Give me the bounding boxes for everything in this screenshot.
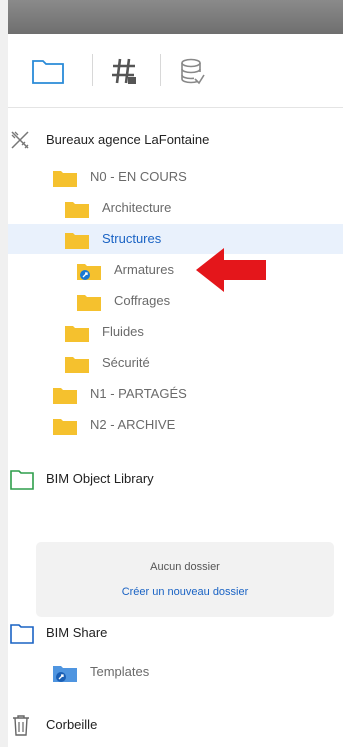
- folder-label: N1 - PARTAGÉS: [90, 386, 187, 401]
- folder-row[interactable]: Templates: [8, 657, 343, 687]
- folder-icon: [77, 295, 101, 311]
- trash-row[interactable]: Corbeille: [8, 710, 343, 740]
- folder-label: Coffrages: [114, 293, 171, 308]
- database-view-button[interactable]: [174, 54, 210, 88]
- folder-label: Armatures: [114, 262, 174, 277]
- share-title: BIM Share: [46, 625, 108, 640]
- folder-icon: [65, 326, 89, 342]
- top-bar: [0, 0, 343, 34]
- library-title: BIM Object Library: [46, 471, 154, 486]
- share-folder-icon: [10, 624, 34, 644]
- hash-icon: [112, 58, 136, 84]
- toolbar-divider: [160, 54, 161, 86]
- folder-icon: [53, 171, 77, 187]
- empty-folder-box: Aucun dossier Créer un nouveau dossier: [36, 542, 334, 617]
- library-row[interactable]: BIM Object Library: [8, 464, 343, 494]
- trash-title: Corbeille: [46, 717, 98, 732]
- folder-label: Sécurité: [102, 355, 150, 370]
- folder-icon: [65, 357, 89, 373]
- tools-icon: [10, 130, 30, 150]
- database-icon: [181, 58, 205, 85]
- folder-row[interactable]: N2 - ARCHIVE: [8, 410, 343, 440]
- red-arrow-annotation: [196, 248, 266, 292]
- share-row[interactable]: BIM Share: [8, 618, 343, 648]
- folder-label: Fluides: [102, 324, 144, 339]
- folder-row[interactable]: Sécurité: [8, 348, 343, 378]
- shared-folder-icon: [77, 264, 101, 280]
- tags-view-button[interactable]: [106, 54, 142, 88]
- left-border: [0, 0, 8, 747]
- library-folder-icon: [10, 470, 34, 490]
- toolbar-divider: [92, 54, 93, 86]
- folder-icon: [32, 60, 64, 84]
- trash-icon: [13, 715, 29, 736]
- folder-icon: [65, 233, 89, 249]
- folder-icon: [53, 388, 77, 404]
- project-row[interactable]: Bureaux agence LaFontaine: [8, 125, 343, 155]
- folder-label: Structures: [102, 231, 162, 246]
- folder-row-selected[interactable]: Structures: [8, 224, 343, 254]
- project-title: Bureaux agence LaFontaine: [46, 132, 210, 147]
- folder-row[interactable]: Architecture: [8, 193, 343, 223]
- folder-row[interactable]: Fluides: [8, 317, 343, 347]
- folder-row[interactable]: N0 - EN COURS: [8, 162, 343, 192]
- folder-label: N0 - EN COURS: [90, 169, 187, 184]
- folder-row[interactable]: Armatures: [8, 255, 343, 285]
- folder-row[interactable]: N1 - PARTAGÉS: [8, 379, 343, 409]
- folder-view-button[interactable]: [30, 54, 66, 88]
- folder-icon: [53, 419, 77, 435]
- shared-folder-icon: [53, 666, 77, 682]
- view-toolbar: [8, 34, 343, 108]
- folder-label: N2 - ARCHIVE: [90, 417, 176, 432]
- folder-label: Templates: [90, 664, 150, 679]
- empty-folder-text: Aucun dossier: [150, 561, 220, 573]
- folder-icon: [65, 202, 89, 218]
- folder-label: Architecture: [102, 200, 172, 215]
- create-folder-link[interactable]: Créer un nouveau dossier: [36, 586, 334, 598]
- folder-row[interactable]: Coffrages: [8, 286, 343, 316]
